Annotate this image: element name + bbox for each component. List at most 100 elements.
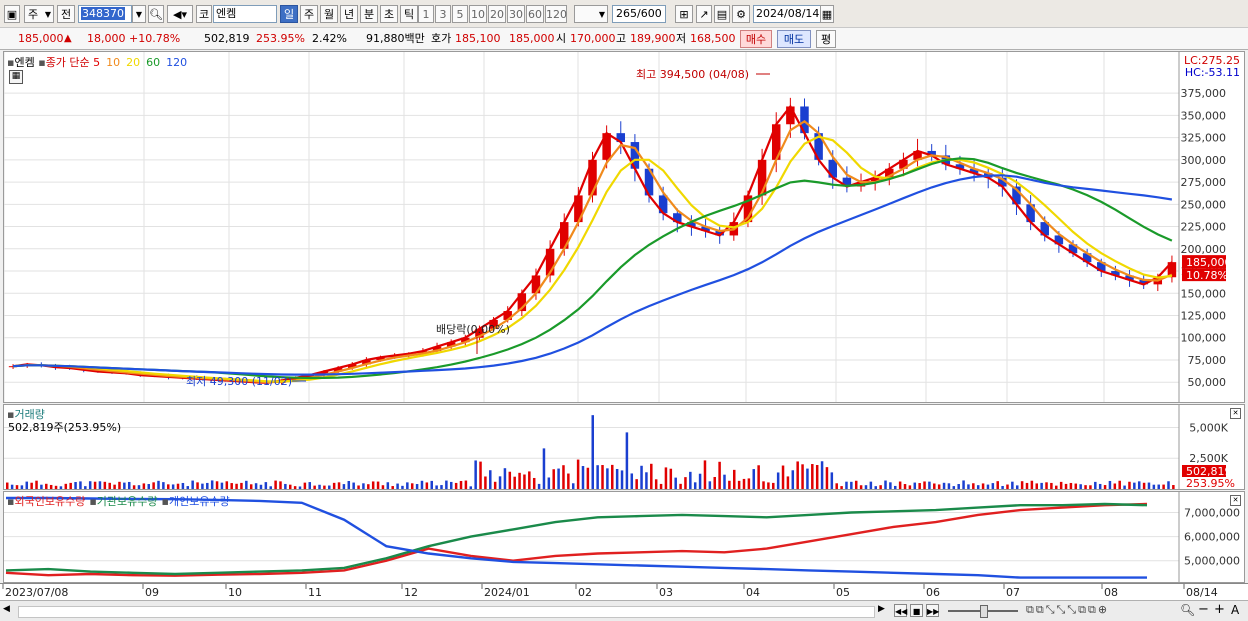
volume-bar	[976, 485, 980, 489]
type-select[interactable]: 주 ▼	[24, 5, 54, 23]
volume-bar	[1020, 481, 1024, 489]
period-button[interactable]: 틱	[400, 5, 418, 23]
volume-bar	[254, 483, 258, 489]
sell-button[interactable]: 매도	[777, 30, 811, 48]
volume-bar	[815, 465, 819, 489]
horizontal-scrollbar[interactable]	[18, 606, 875, 618]
volume-bar	[137, 485, 141, 489]
buy-button[interactable]: 매수	[740, 30, 772, 48]
font-size-icon[interactable]: A	[1231, 603, 1239, 617]
volume-bar	[640, 465, 643, 489]
volume-bar	[435, 485, 438, 489]
volume-bar	[635, 479, 638, 489]
gear-icon[interactable]: ⚙	[732, 5, 750, 23]
price-chart[interactable]: 50,00075,000100,000125,000150,000175,000…	[4, 52, 1244, 402]
zoom-icon[interactable]: 🔍︎	[1180, 603, 1195, 617]
zoom-slider-handle[interactable]	[980, 605, 988, 618]
draw-tool-icon[interactable]: ↗	[696, 5, 712, 23]
next-page-icon[interactable]: ▶▶	[926, 604, 939, 617]
code-dropdown-icon[interactable]: ▼	[132, 5, 146, 23]
period-button[interactable]: 년	[340, 5, 358, 23]
volume-bar	[386, 482, 390, 489]
evaluate-button[interactable]: 평	[816, 30, 836, 48]
save-icon[interactable]: ▤	[714, 5, 730, 23]
period-button[interactable]: 월	[320, 5, 338, 23]
volume-bar	[908, 485, 912, 489]
scroll-left-icon[interactable]: ◀	[3, 604, 10, 614]
volume-bar	[698, 473, 702, 489]
volume-bar	[952, 486, 956, 489]
calendar-icon[interactable]: ▦	[820, 5, 834, 23]
interval-button[interactable]: 5	[452, 5, 468, 23]
volume-bar	[854, 480, 858, 489]
scroll-right-icon[interactable]: ▶	[878, 604, 885, 614]
close-icon[interactable]: ✕	[1230, 495, 1241, 506]
search-icon[interactable]: 🔍︎	[148, 5, 164, 23]
speaker-icon[interactable]: ◀▾	[167, 5, 193, 23]
interval-button[interactable]: 60	[526, 5, 544, 23]
volume-bar	[220, 482, 224, 489]
volume-bar	[25, 481, 29, 489]
holdings-panel[interactable]: 7,000,000 6,000,000 5,000,000 ▪외국인보유수량 ▪기관보…	[3, 491, 1245, 583]
code-input[interactable]: 348370	[78, 5, 132, 23]
volume-bar	[576, 459, 580, 489]
scope-button[interactable]: 전	[57, 5, 75, 23]
volume-bar	[693, 482, 697, 489]
open-price: 170,000	[570, 32, 616, 45]
volume-bar	[571, 483, 575, 489]
period-button[interactable]: 일	[280, 5, 298, 23]
y-tick-label: 150,000	[1181, 287, 1227, 300]
volume-bar	[142, 483, 146, 489]
volume-bar	[850, 481, 853, 489]
interval-button[interactable]: 10	[469, 5, 487, 23]
volume-bar	[298, 486, 302, 489]
period-button[interactable]: 초	[380, 5, 398, 23]
volume-bar	[1064, 483, 1068, 489]
volume-bar	[474, 460, 477, 489]
date-label: 11	[308, 586, 322, 599]
stock-name-field[interactable]: 엔켐	[213, 5, 277, 23]
period-button[interactable]: 분	[360, 5, 378, 23]
interval-button[interactable]: 30	[507, 5, 525, 23]
price-change: 18,000	[87, 32, 126, 45]
volume-bar	[210, 480, 214, 489]
chart-tool-icon[interactable]: ⊞	[675, 5, 693, 23]
volume-bar	[913, 482, 917, 489]
volume-bar	[752, 469, 756, 489]
drawing-tools-icons[interactable]: ⧉⧉⤡⤡⤡⧉⧉⊕	[1026, 603, 1109, 617]
volume-bar	[996, 481, 999, 489]
interval-button[interactable]: 1	[418, 5, 434, 23]
zoom-out-icon[interactable]: −	[1198, 602, 1209, 617]
volume-bar	[903, 484, 907, 489]
volume-bar	[962, 480, 965, 489]
volume-bar	[757, 465, 760, 489]
volume-panel[interactable]: 5,000K 2,500K 502,819 253.95% ▪거래량 502,819주…	[3, 404, 1245, 490]
interval-button[interactable]: 20	[488, 5, 506, 23]
volume-bar	[454, 482, 458, 489]
table-toggle-icon[interactable]: ▦	[9, 70, 23, 84]
volume-bar	[894, 485, 897, 489]
price-chart-panel[interactable]: 50,00075,000100,000125,000150,000175,000…	[3, 51, 1245, 403]
hc-label: HC:-53.11	[1184, 66, 1240, 79]
first-page-icon[interactable]: ◀◀	[894, 604, 907, 617]
count-field[interactable]: 265/600	[612, 5, 666, 23]
quote-1: 185,100	[455, 32, 501, 45]
period-button[interactable]: 주	[300, 5, 318, 23]
zoom-in-icon[interactable]: +	[1214, 602, 1225, 617]
volume-bar	[1089, 485, 1092, 489]
market-label[interactable]: 코	[196, 5, 212, 23]
volume-bar	[513, 476, 516, 489]
volume-chart[interactable]: 5,000K2,500K502,819253.95%	[4, 405, 1244, 489]
stop-icon[interactable]: ■	[910, 604, 923, 617]
date-field[interactable]: 2024/08/14	[753, 5, 821, 23]
interval-button[interactable]: 3	[435, 5, 451, 23]
volume-bar	[401, 485, 404, 489]
window-menu-icon[interactable]: ▣	[4, 5, 20, 23]
volume-bar	[591, 415, 594, 489]
interval-dropdown[interactable]: ▼	[574, 5, 608, 23]
current-price: 185,000	[18, 32, 64, 45]
volume-bar	[874, 486, 877, 489]
interval-button[interactable]: 120	[545, 5, 567, 23]
close-icon[interactable]: ✕	[1230, 408, 1241, 419]
volume-bar	[791, 470, 795, 489]
